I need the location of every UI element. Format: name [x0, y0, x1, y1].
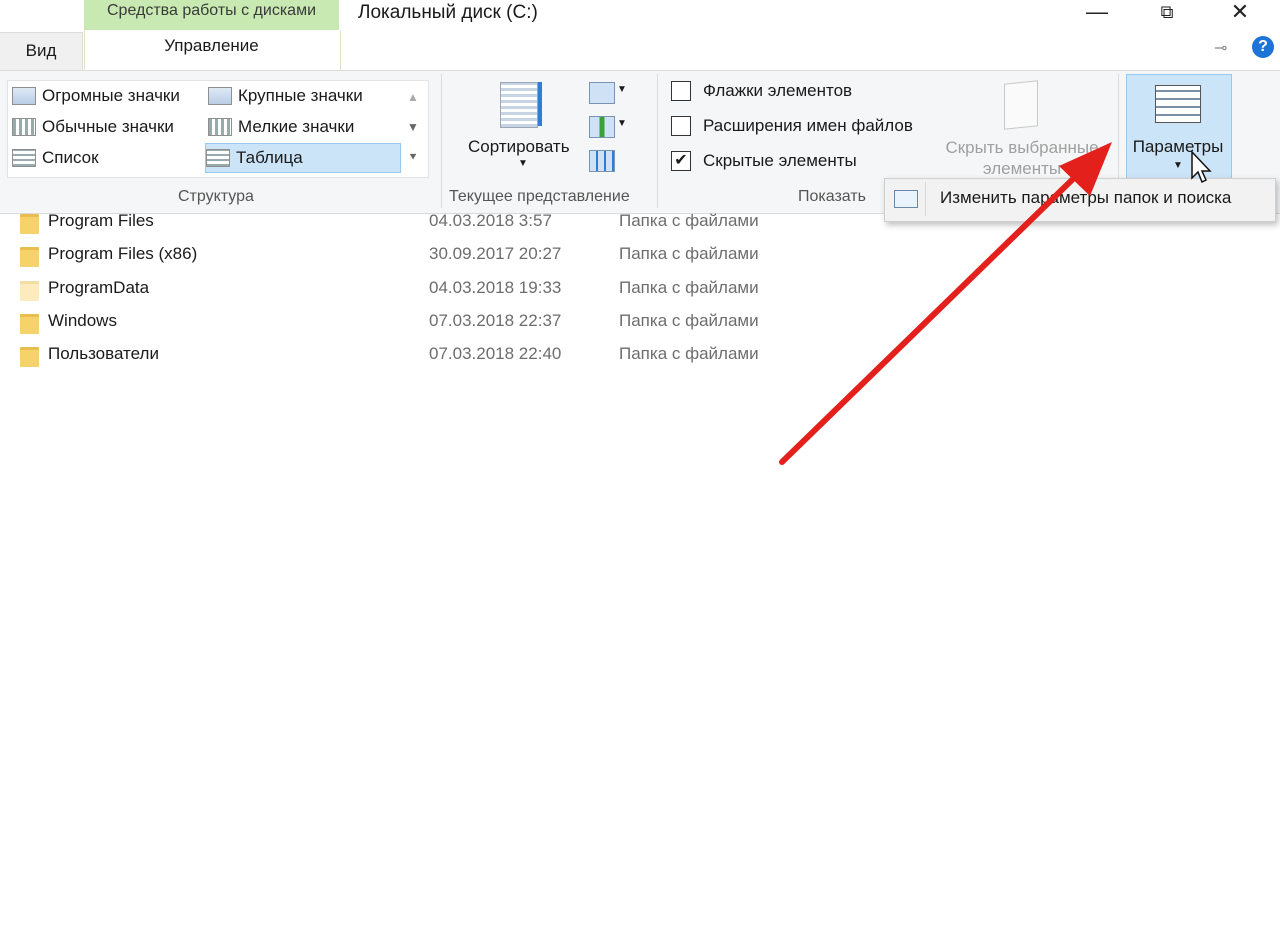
close-button[interactable]: ✕: [1217, 0, 1263, 26]
folder-icon: [20, 280, 39, 301]
file-date: 30.09.2017 20:27: [429, 244, 562, 264]
options-caret-icon: ▼: [1173, 160, 1183, 171]
folder-icon: [20, 313, 39, 334]
tab-manage[interactable]: Управление: [84, 36, 339, 56]
file-type: Папка с файлами: [619, 211, 759, 230]
size-columns-icon[interactable]: [589, 150, 615, 172]
layout-item-label: Огромные значки: [42, 86, 180, 105]
checkbox-label: Флажки элементов: [703, 81, 853, 100]
checkbox-label: Скрытые элементы: [703, 151, 857, 170]
folder-icon: [20, 347, 39, 368]
file-row[interactable]: ProgramData 04.03.2018 19:33 Папка с файла…: [0, 275, 900, 308]
layout-details[interactable]: Таблица: [205, 143, 401, 173]
folder-icon: [20, 247, 39, 268]
layout-item-label: Список: [42, 148, 99, 167]
group-separator: [441, 74, 442, 208]
file-type: Папка с файлами: [619, 344, 759, 364]
file-type: Папка с файлами: [619, 277, 759, 297]
file-type: Папка с файлами: [619, 244, 759, 264]
file-extensions-checkbox[interactable]: [671, 116, 691, 136]
add-columns-icon[interactable]: [589, 116, 615, 138]
hidden-items-toggle[interactable]: ✔ Скрытые элементы: [671, 151, 857, 171]
file-date: 07.03.2018 22:40: [429, 344, 562, 364]
group-label-layout: Структура: [178, 188, 254, 205]
item-checkboxes-toggle[interactable]: Флажки элементов: [671, 81, 852, 101]
hide-selected-icon: [1004, 80, 1038, 130]
item-checkboxes-checkbox[interactable]: [671, 81, 691, 101]
layout-list[interactable]: Список: [12, 144, 202, 172]
large-icons-icon: [208, 87, 232, 105]
file-date: 04.03.2018 19:33: [429, 277, 562, 297]
hide-selected-label: Скрыть выбранные: [945, 138, 1099, 157]
file-type: Папка с файлами: [619, 310, 759, 330]
file-name: Windows: [48, 310, 117, 330]
small-icons-icon: [208, 118, 232, 136]
sort-icon[interactable]: [500, 82, 538, 128]
sort-caret-icon: ▼: [518, 158, 528, 169]
folder-options-icon: [894, 190, 918, 208]
mouse-cursor-icon: [1191, 150, 1212, 184]
group-by-caret-icon: ▼: [617, 84, 627, 95]
layout-item-label: Обычные значки: [42, 117, 174, 136]
file-row[interactable]: Program Files 04.03.2018 3:57 Папка с файл…: [0, 208, 900, 241]
file-name: Program Files (x86): [48, 244, 198, 264]
hide-selected-label: элементы: [982, 159, 1062, 178]
sort-button[interactable]: Сортировать: [468, 137, 570, 157]
change-folder-options-item[interactable]: Изменить параметры папок и поиска: [940, 188, 1231, 208]
tab-view[interactable]: Вид: [0, 32, 83, 71]
file-row[interactable]: Windows 07.03.2018 22:37 Папка с файлами: [0, 308, 900, 341]
gallery-more-icon[interactable]: ⯆: [402, 142, 424, 172]
help-icon[interactable]: ?: [1252, 36, 1274, 58]
folder-icon: [20, 214, 39, 234]
file-date: 07.03.2018 22:37: [429, 310, 562, 330]
window-title: Локальный диск (C:): [358, 2, 538, 23]
layout-item-label: Мелкие значки: [238, 117, 355, 136]
menu-separator: [925, 182, 926, 216]
hidden-items-checkbox[interactable]: ✔: [671, 151, 691, 171]
options-label: Параметры: [1132, 137, 1224, 156]
add-columns-caret-icon: ▼: [617, 118, 627, 129]
file-row[interactable]: Program Files (x86) 30.09.2017 20:27 Папка…: [0, 241, 900, 274]
hide-selected-button[interactable]: Скрыть выбранные элементы: [930, 137, 1114, 179]
layout-item-label: Крупные значки: [238, 86, 363, 105]
file-name: Program Files: [48, 211, 154, 230]
file-name: Пользователи: [48, 344, 159, 364]
medium-icons-icon: [12, 118, 36, 136]
file-extensions-toggle[interactable]: Расширения имен файлов: [671, 116, 913, 136]
options-icon: [1155, 85, 1201, 123]
minimize-button[interactable]: —: [1074, 0, 1120, 26]
details-view-icon: [206, 149, 230, 167]
restore-button[interactable]: ⧉: [1144, 0, 1190, 26]
sort-arrow-icon: [538, 82, 542, 126]
extra-large-icons-icon: [12, 87, 36, 105]
pin-ribbon-icon[interactable]: ⊸: [1214, 38, 1227, 58]
file-name: ProgramData: [48, 277, 150, 297]
group-by-icon[interactable]: [589, 82, 615, 104]
gallery-down-icon[interactable]: ▼: [402, 112, 424, 142]
layout-large-icons[interactable]: Крупные значки: [208, 82, 398, 110]
gallery-up-icon[interactable]: ▲: [402, 82, 424, 112]
list-view-icon: [12, 149, 36, 167]
layout-extra-large-icons[interactable]: Огромные значки: [12, 82, 202, 110]
layout-medium-icons[interactable]: Обычные значки: [12, 113, 202, 141]
group-label-current-view: Текущее представление: [449, 188, 630, 205]
group-separator: [657, 74, 658, 208]
file-date: 04.03.2018 3:57: [429, 211, 552, 230]
checkbox-label: Расширения имен файлов: [703, 116, 913, 135]
disk-tools-context-tab: Средства работы с дисками: [84, 0, 339, 30]
layout-item-label: Таблица: [236, 148, 303, 167]
file-row[interactable]: Пользователи 07.03.2018 22:40 Папка с файл…: [0, 341, 900, 374]
gallery-scroll[interactable]: ▲ ▼ ⯆: [402, 82, 424, 174]
layout-small-icons[interactable]: Мелкие значки: [208, 113, 398, 141]
group-label-show-hide: Показать: [798, 188, 867, 205]
